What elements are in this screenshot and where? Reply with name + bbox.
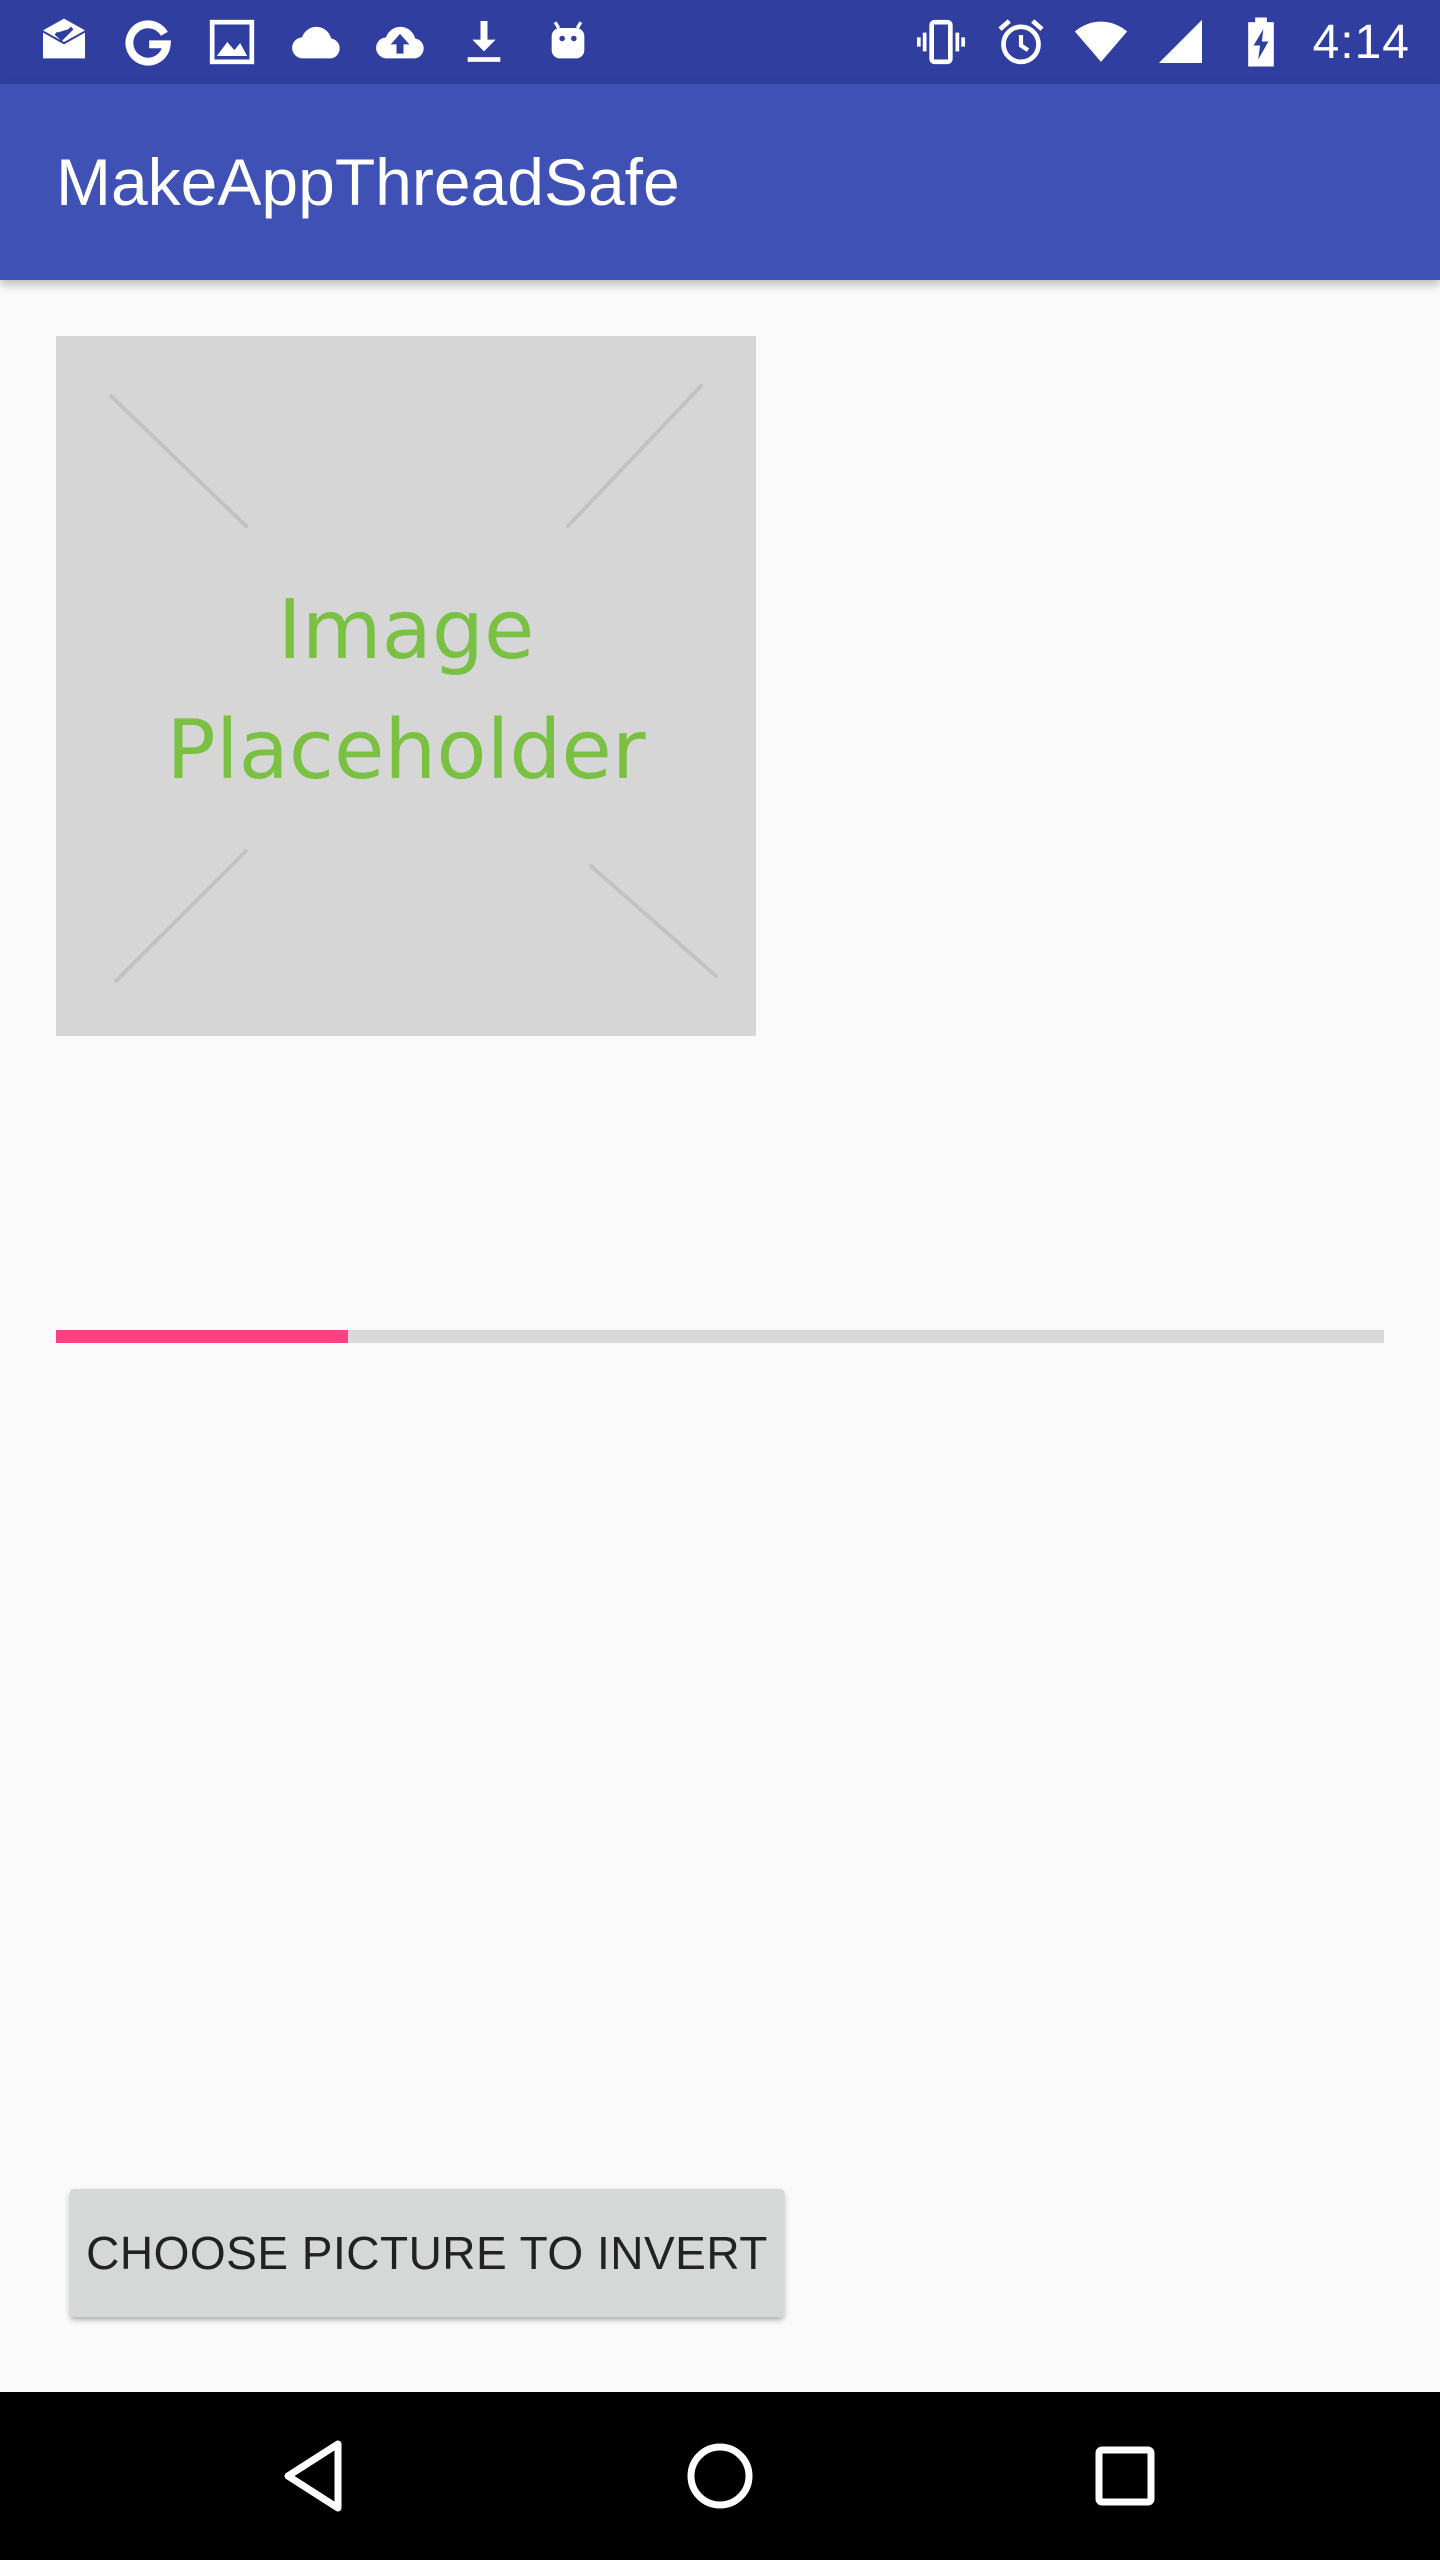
cellular-signal-icon	[1153, 14, 1209, 70]
app-screen: 4:14 MakeAppThreadSafe Image Placeholder…	[0, 0, 1440, 2560]
google-icon	[120, 14, 176, 70]
app-bar: MakeAppThreadSafe	[0, 84, 1440, 280]
image-placeholder: Image Placeholder	[56, 336, 756, 1036]
progress-bar-fill	[56, 1330, 349, 1343]
choose-picture-button[interactable]: CHOOSE PICTURE TO INVERT	[70, 2189, 784, 2317]
clock-time: 4:14	[1312, 15, 1410, 69]
download-icon	[456, 14, 512, 70]
cloud-upload-icon	[372, 14, 428, 70]
mail-icon	[36, 14, 92, 70]
back-icon	[284, 2440, 342, 2512]
app-title: MakeAppThreadSafe	[56, 145, 680, 219]
vibrate-icon	[913, 14, 969, 70]
recents-button[interactable]	[1075, 2426, 1175, 2526]
battery-charging-icon	[1233, 14, 1289, 70]
image-icon	[204, 14, 260, 70]
placeholder-text-line1: Image	[277, 583, 535, 678]
cloud-icon	[288, 14, 344, 70]
notification-icons	[36, 0, 596, 84]
recents-icon	[1095, 2446, 1155, 2506]
back-button[interactable]	[266, 2426, 366, 2526]
placeholder-cross-lines	[109, 384, 718, 983]
placeholder-text-line2: Placeholder	[166, 703, 646, 798]
navigation-bar	[0, 2392, 1440, 2560]
wifi-icon	[1073, 14, 1129, 70]
home-button[interactable]	[670, 2426, 770, 2526]
progress-bar	[56, 1330, 1384, 1343]
status-bar: 4:14	[0, 0, 1440, 84]
system-status-icons: 4:14	[913, 0, 1410, 84]
home-icon	[687, 2443, 753, 2509]
android-icon	[540, 14, 596, 70]
alarm-icon	[993, 14, 1049, 70]
